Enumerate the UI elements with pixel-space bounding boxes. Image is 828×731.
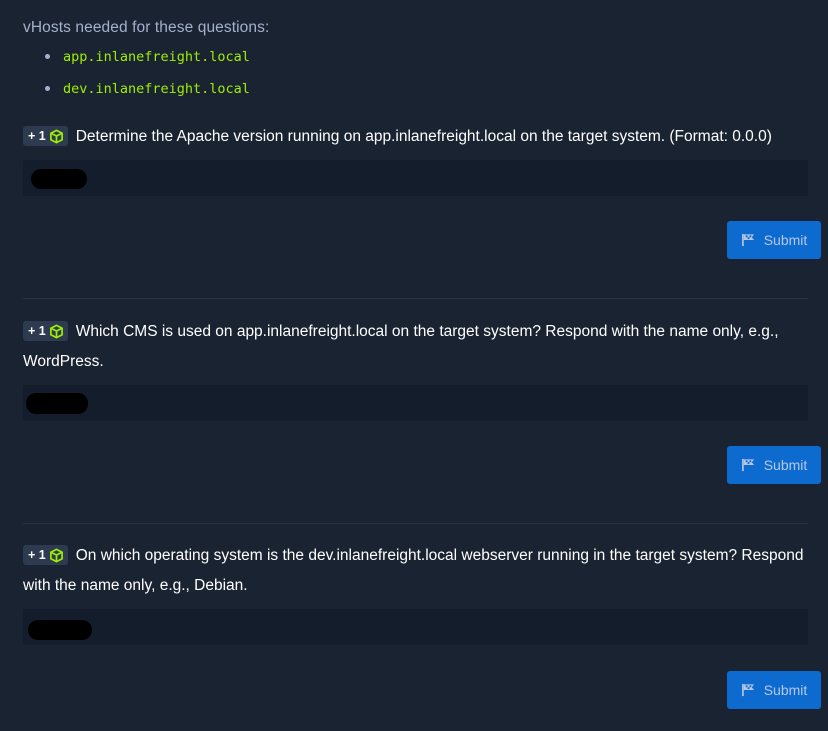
- submit-button[interactable]: Submit: [727, 446, 821, 484]
- cube-icon: [49, 548, 63, 562]
- flag-icon: [741, 458, 754, 472]
- vhost-item: app.inlanefreight.local: [45, 47, 250, 79]
- points-value: + 1: [28, 548, 46, 562]
- answer-input[interactable]: [23, 160, 808, 196]
- points-badge: + 1: [23, 126, 68, 146]
- points-badge: + 1: [23, 321, 68, 341]
- redacted-answer: [28, 620, 92, 640]
- divider: [23, 298, 808, 299]
- submit-label: Submit: [763, 232, 808, 248]
- vhost-name: dev.inlanefreight.local: [63, 81, 250, 97]
- bullet-icon: [45, 86, 50, 91]
- question-header: + 1 Which CMS is used on app.inlanefreig…: [23, 317, 808, 377]
- question-text: Determine the Apache version running on …: [75, 128, 772, 145]
- cube-icon: [49, 129, 63, 143]
- questions-panel: vHosts needed for these questions: app.i…: [0, 0, 828, 731]
- question-header: + 1 Determine the Apache version running…: [23, 122, 808, 152]
- flag-icon: [741, 233, 754, 247]
- question-1: + 1 Determine the Apache version running…: [23, 122, 808, 196]
- cube-icon: [49, 324, 63, 338]
- question-header: + 1 On which operating system is the dev…: [23, 541, 808, 601]
- vhosts-intro: vHosts needed for these questions:: [23, 19, 270, 36]
- submit-label: Submit: [763, 682, 808, 698]
- points-badge: + 1: [23, 545, 68, 565]
- question-3: + 1 On which operating system is the dev…: [23, 541, 808, 645]
- vhost-list: app.inlanefreight.local dev.inlanefreigh…: [45, 47, 250, 111]
- answer-input[interactable]: [23, 385, 808, 421]
- vhost-name: app.inlanefreight.local: [63, 49, 250, 65]
- points-value: + 1: [28, 129, 46, 143]
- question-2: + 1 Which CMS is used on app.inlanefreig…: [23, 317, 808, 421]
- redacted-answer: [31, 169, 87, 189]
- divider: [23, 523, 808, 524]
- answer-input[interactable]: [23, 609, 808, 645]
- points-value: + 1: [28, 324, 46, 338]
- submit-button[interactable]: Submit: [727, 671, 821, 709]
- question-text: On which operating system is the dev.inl…: [23, 547, 804, 594]
- vhost-item: dev.inlanefreight.local: [45, 79, 250, 111]
- redacted-answer: [26, 393, 88, 414]
- bullet-icon: [45, 54, 50, 59]
- question-text: Which CMS is used on app.inlanefreight.l…: [23, 323, 779, 370]
- flag-icon: [741, 683, 754, 697]
- submit-button[interactable]: Submit: [727, 221, 821, 259]
- submit-label: Submit: [763, 457, 808, 473]
